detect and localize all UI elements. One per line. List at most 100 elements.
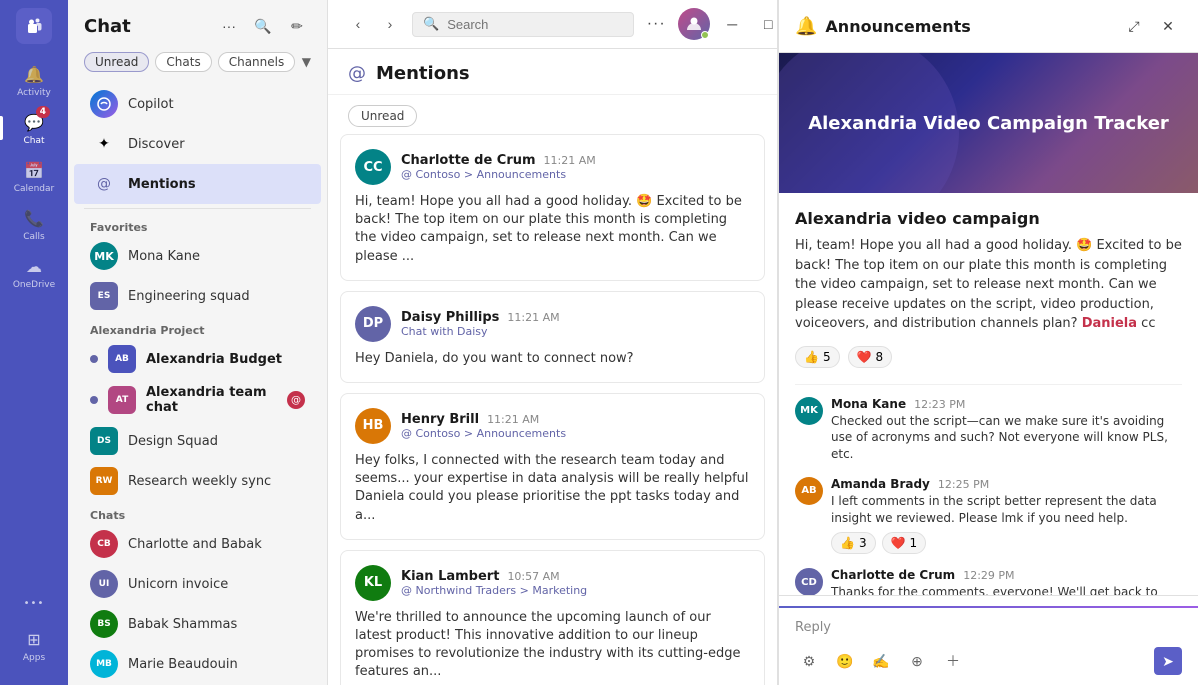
engineering-avatar: ES [90,282,118,310]
back-button[interactable]: ‹ [344,10,372,38]
comment-text-0: Checked out the script—can we make sure … [831,413,1182,463]
more-options-button[interactable]: ··· [642,10,670,38]
maximize-button[interactable]: □ [754,10,778,38]
sidebar-item-design[interactable]: DS Design Squad [74,421,321,461]
reaction-0[interactable]: 👍 5 [795,346,840,368]
reaction-1[interactable]: ❤️ 8 [848,346,893,368]
loop-button[interactable]: ⊕ [903,647,931,675]
panel-expand-button[interactable]: ⤢ [1120,12,1148,40]
comment-reaction-1-1[interactable]: ❤️ 1 [882,532,927,554]
mentions-nav-icon: @ [90,170,118,198]
marie-avatar: MB [90,650,118,678]
comment-avatar-1: AB [795,477,823,505]
comment-reactions-1: 👍 3 ❤️ 1 [831,532,1182,554]
sidebar-item-mentions[interactable]: @ Mentions [74,164,321,204]
alex-budget-avatar: AB [108,345,136,373]
filter-arrow-icon[interactable]: ▼ [302,55,311,69]
mentions-unread-chip[interactable]: Unread [348,105,417,127]
mona-name: Mona Kane [128,249,305,264]
sidebar-item-copilot[interactable]: Copilot [74,84,321,124]
mention-card-0: CC Charlotte de Crum 11:21 AM @ Contoso … [340,134,765,281]
mention-card-3: KL Kian Lambert 10:57 AM @ Northwind Tra… [340,550,765,685]
search-button[interactable]: 🔍 [249,12,277,40]
mention-source-2: @ Contoso > Announcements [401,427,750,440]
mentions-label: Mentions [128,177,305,192]
teams-logo [16,8,52,44]
send-button[interactable]: ➤ [1154,647,1182,675]
sender-avatar-0: CC [355,149,391,185]
nav-item-more[interactable]: ••• [0,585,68,621]
babak-avatar: BS [90,610,118,638]
filter-channels[interactable]: Channels [218,52,296,72]
sidebar-item-marie[interactable]: MB Marie Beaudouin [74,644,321,684]
comment-body-0: Mona Kane 12:23 PM Checked out the scrip… [831,397,1182,463]
sidebar-item-research[interactable]: RW Research weekly sync [74,461,321,501]
nav-rail: 🔔 Activity 💬 4 Chat 📅 Calendar 📞 Calls ☁… [0,0,68,685]
comment-thread: MK Mona Kane 12:23 PM Checked out the sc… [795,384,1182,596]
search-bar[interactable]: 🔍 [412,12,634,37]
main-content: ‹ › 🔍 ··· ─ □ ✕ @ Mentions [328,0,778,685]
sidebar-list: Copilot ✦ Discover @ Mentions Favorites … [68,80,327,685]
copilot-label: Copilot [128,97,305,112]
comment-body-2: Charlotte de Crum 12:29 PM Thanks for th… [831,568,1182,595]
reply-placeholder[interactable]: Reply [795,616,1182,639]
onedrive-icon: ☁ [22,254,46,278]
apps-icon: ⊞ [22,627,46,651]
mentions-at-icon: @ [348,63,366,84]
sidebar-item-mona[interactable]: MK Mona Kane [74,236,321,276]
comment-1: AB Amanda Brady 12:25 PM I left comments… [795,477,1182,555]
user-avatar[interactable] [678,8,710,40]
design-name: Design Squad [128,434,305,449]
sidebar-item-charlotte-babak[interactable]: CB Charlotte and Babak [74,524,321,564]
post-mention: Daniela [1082,316,1137,331]
chat-icon: 💬 4 [22,110,46,134]
filter-unread[interactable]: Unread [84,52,149,72]
panel-close-button[interactable]: ✕ [1154,12,1182,40]
reply-actions: ⚙ 🙂 ✍ ⊕ ＋ ➤ [795,647,1182,675]
post-title: Alexandria video campaign [795,209,1182,228]
sender-avatar-1: DP [355,306,391,342]
sidebar-item-engineering[interactable]: ES Engineering squad [74,276,321,316]
sidebar-item-alex-budget[interactable]: AB Alexandria Budget [74,339,321,379]
babak-name: Babak Shammas [128,617,305,632]
sidebar-item-babak[interactable]: BS Babak Shammas [74,604,321,644]
filter-chats[interactable]: Chats [155,52,211,72]
comment-reaction-1-0[interactable]: 👍 3 [831,532,876,554]
sidebar-item-discover[interactable]: ✦ Discover [74,124,321,164]
format-button[interactable]: ✍ [867,647,895,675]
nav-item-onedrive[interactable]: ☁ OneDrive [0,248,68,296]
mention-text-2: Hey folks, I connected with the research… [355,452,750,525]
search-input[interactable] [447,17,623,32]
sidebar-item-unicorn[interactable]: UI Unicorn invoice [74,564,321,604]
nav-item-calendar[interactable]: 📅 Calendar [0,152,68,200]
nav-item-apps[interactable]: ⊞ Apps [0,621,68,669]
comment-header-1: Amanda Brady 12:25 PM [831,477,1182,491]
sidebar-more-button[interactable]: ··· [215,12,243,40]
activity-icon: 🔔 [22,62,46,86]
comment-author-0: Mona Kane [831,397,906,411]
mentions-panel: @ Mentions Unread CC Charlotte de Crum 1… [328,49,777,685]
attach-button[interactable]: ⚙ [795,647,823,675]
nav-item-calls[interactable]: 📞 Calls [0,200,68,248]
filter-row: Unread Chats Channels ▼ [68,48,327,80]
research-name: Research weekly sync [128,474,305,489]
minimize-button[interactable]: ─ [718,10,746,38]
top-bar-right: ··· ─ □ ✕ [642,8,778,40]
charlotte-babak-avatar: CB [90,530,118,558]
banner-text: Alexandria Video Campaign Tracker [788,113,1189,134]
calls-icon: 📞 [22,206,46,230]
comment-time-2: 12:29 PM [963,569,1014,582]
sender-name-0: Charlotte de Crum [401,153,536,168]
reaction-count-1: 8 [876,350,884,364]
sidebar-item-alex-chat[interactable]: AT Alexandria team chat @ [74,379,321,421]
comment-text-1: I left comments in the script better rep… [831,493,1182,527]
nav-item-chat[interactable]: 💬 4 Chat [0,104,68,152]
add-button[interactable]: ＋ [939,647,967,675]
forward-button[interactable]: › [376,10,404,38]
nav-item-activity[interactable]: 🔔 Activity [0,56,68,104]
compose-button[interactable]: ✏ [283,12,311,40]
emoji-button[interactable]: 🙂 [831,647,859,675]
announcement-body: Alexandria video campaign Hi, team! Hope… [779,193,1198,595]
research-avatar: RW [90,467,118,495]
discover-icon: ✦ [90,130,118,158]
